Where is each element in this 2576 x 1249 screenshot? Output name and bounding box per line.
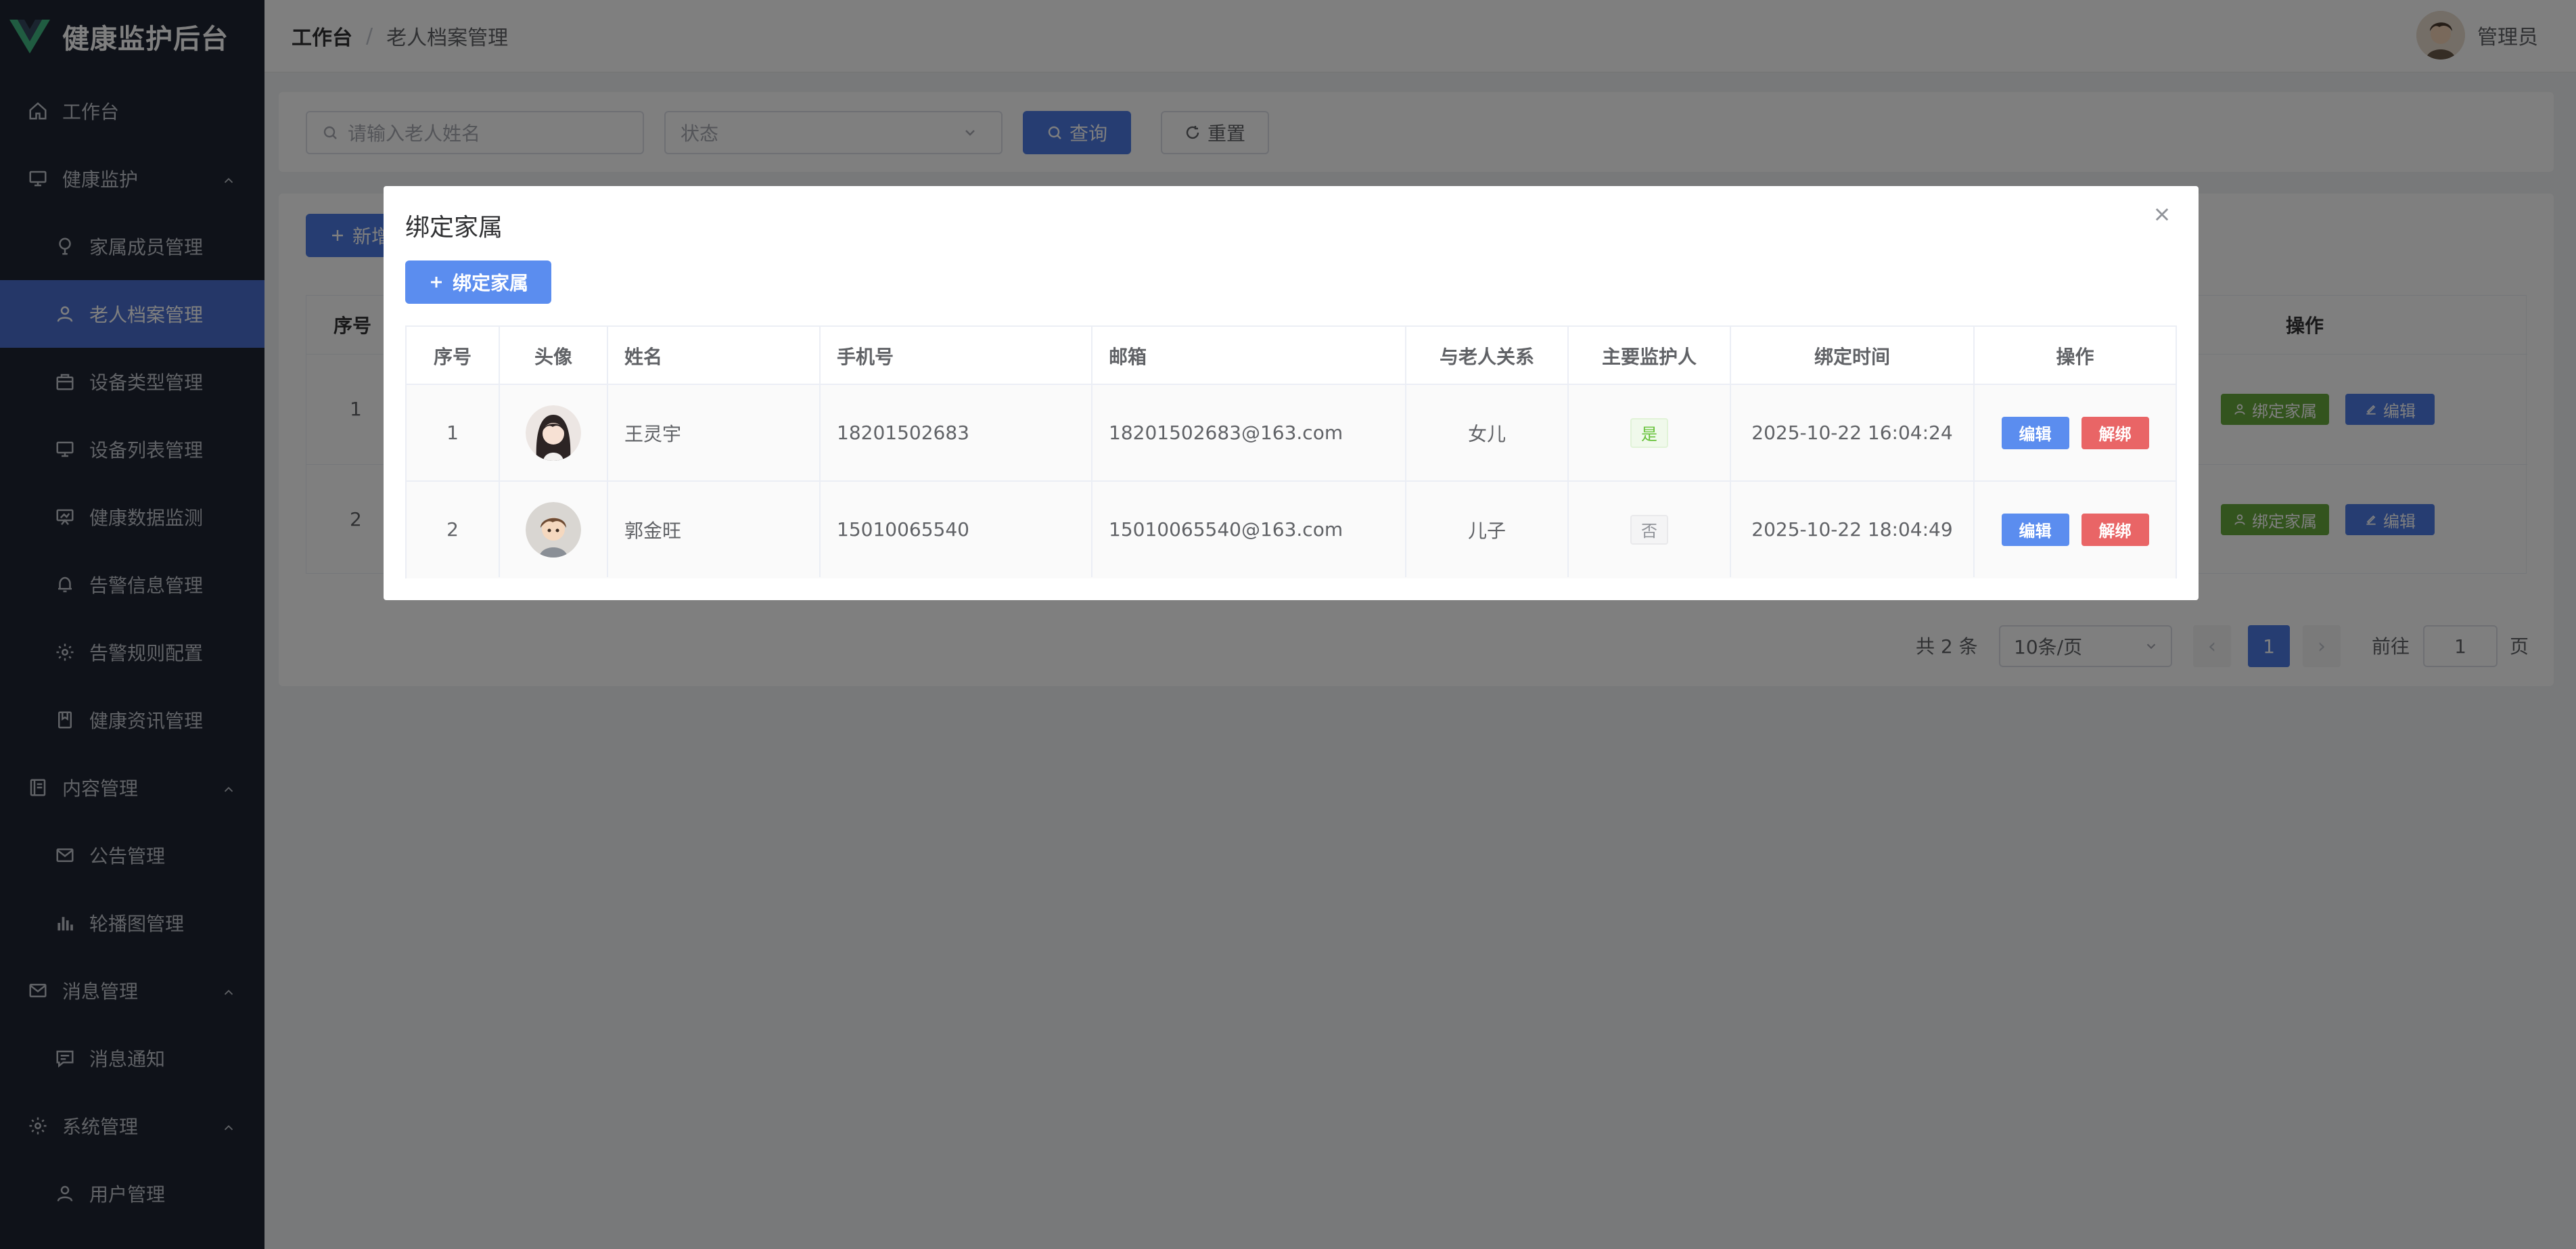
- bind-family-dialog: 绑定家属 绑定家属 序号 头像 姓名 手机号 邮箱 与老人关系 主要监护人 绑定…: [384, 186, 2199, 600]
- row-index: 2: [407, 482, 500, 577]
- email-cell: 18201502683@163.com: [1092, 385, 1406, 480]
- avatar: [526, 501, 581, 558]
- bind-time-cell: 2025-10-22 18:04:49: [1731, 482, 1975, 577]
- table-header: 序号 头像 姓名 手机号 邮箱 与老人关系 主要监护人 绑定时间 操作: [407, 327, 2176, 385]
- primary-guardian-cell: 否: [1569, 482, 1731, 577]
- primary-guardian-cell: 是: [1569, 385, 1731, 480]
- close-icon[interactable]: [2153, 205, 2177, 229]
- column-header-name: 姓名: [608, 327, 821, 385]
- bind-family-button[interactable]: 绑定家属: [405, 260, 551, 304]
- column-header-phone: 手机号: [821, 327, 1092, 385]
- bind-family-label: 绑定家属: [452, 272, 528, 294]
- name-cell: 郭金旺: [608, 482, 821, 577]
- column-header-index: 序号: [407, 327, 500, 385]
- table-row: 2 郭金旺 15010065540 15010065540@163.com 儿子: [407, 482, 2176, 578]
- unbind-button[interactable]: 解绑: [2081, 513, 2149, 546]
- dialog-title: 绑定家属: [405, 214, 503, 242]
- edit-button[interactable]: 编辑: [2001, 416, 2069, 449]
- avatar: [526, 405, 581, 461]
- status-badge: 是: [1630, 417, 1668, 448]
- action-cell: 编辑 解绑: [1975, 385, 2176, 480]
- action-cell: 编辑 解绑: [1975, 482, 2176, 577]
- column-header-action: 操作: [2056, 346, 2094, 368]
- email-cell: 15010065540@163.com: [1092, 482, 1406, 577]
- bind-time-cell: 2025-10-22 16:04:24: [1731, 385, 1975, 480]
- plus-icon: [430, 277, 442, 288]
- table-row: 1 王灵宇 18201502683 18201502683@163.com 女儿…: [407, 385, 2176, 482]
- relation-cell: 女儿: [1406, 385, 1569, 480]
- avatar-cell: [500, 482, 608, 577]
- edit-button[interactable]: 编辑: [2001, 513, 2069, 546]
- status-badge: 否: [1630, 514, 1668, 545]
- column-header-primary-guardian: 主要监护人: [1569, 327, 1731, 385]
- phone-cell: 15010065540: [821, 482, 1092, 577]
- column-header-email: 邮箱: [1092, 327, 1406, 385]
- row-index: 1: [407, 385, 500, 480]
- phone-cell: 18201502683: [821, 385, 1092, 480]
- relation-cell: 儿子: [1406, 482, 1569, 577]
- column-header-bind-time: 绑定时间: [1731, 327, 1975, 385]
- avatar-cell: [500, 385, 608, 480]
- unbind-button[interactable]: 解绑: [2081, 416, 2149, 449]
- name-cell: 王灵宇: [608, 385, 821, 480]
- column-header-avatar: 头像: [500, 327, 608, 385]
- family-table: 序号 头像 姓名 手机号 邮箱 与老人关系 主要监护人 绑定时间 操作 1 王灵…: [405, 325, 2177, 578]
- column-header-relation: 与老人关系: [1406, 327, 1569, 385]
